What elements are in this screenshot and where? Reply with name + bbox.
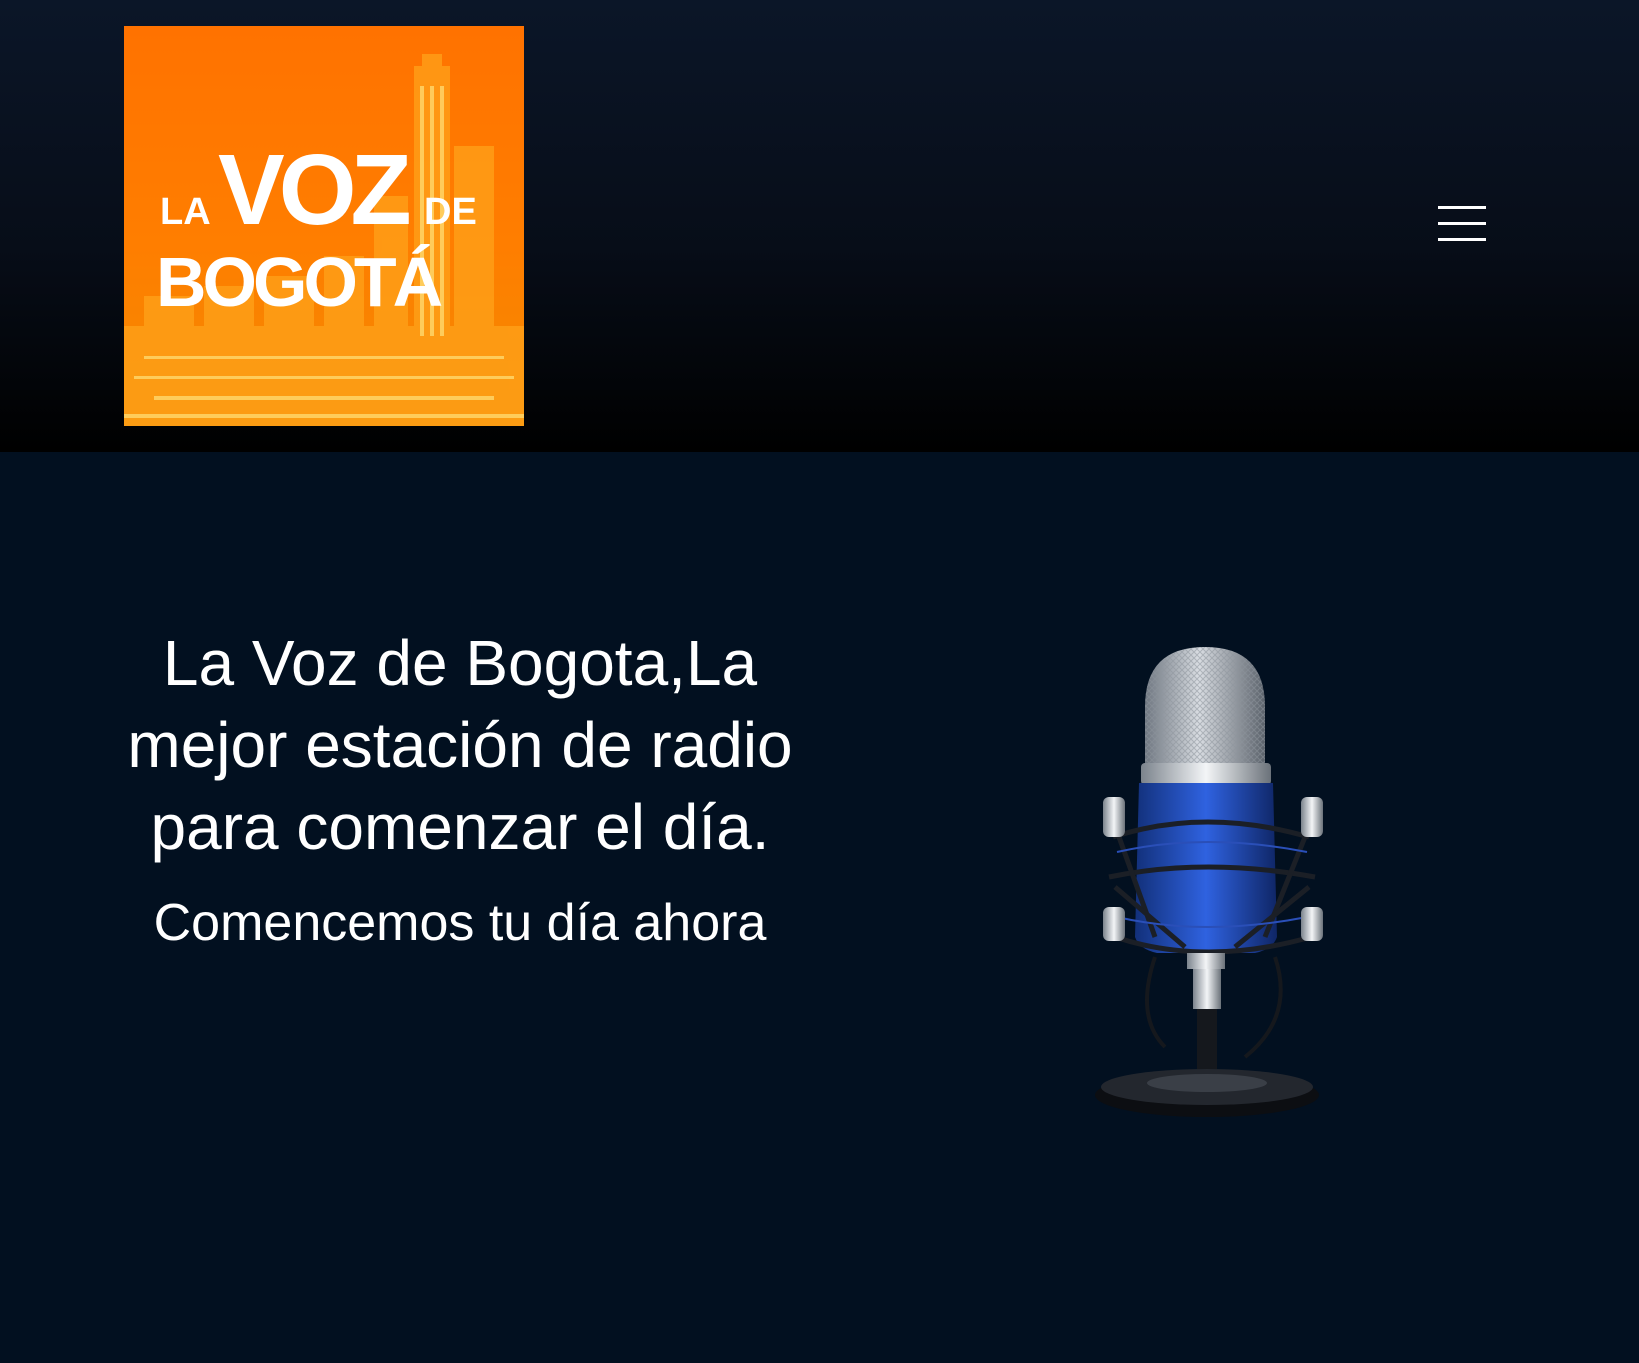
hero-subtitle: Comencemos tu día ahora (153, 894, 767, 952)
hero-section: La Voz de Bogota,La mejor estación de ra… (0, 452, 1639, 1363)
logo-text-la: LA (160, 191, 211, 233)
hamburger-menu-icon[interactable] (1430, 200, 1494, 250)
microphone-icon (1095, 647, 1323, 1117)
menu-bar-bottom (1438, 238, 1486, 241)
logo-text-de: DE (424, 191, 477, 233)
logo-text-voz: VOZ (218, 134, 409, 246)
menu-bar-middle (1438, 222, 1486, 225)
site-logo[interactable]: LA VOZ DE BOGOTÁ (124, 26, 524, 426)
logo-graphic: LA VOZ DE BOGOTÁ (124, 26, 524, 426)
microphone-image (1095, 637, 1355, 1122)
hero-title: La Voz de Bogota,La mejor estación de ra… (127, 627, 793, 863)
logo-text-bogota: BOGOTÁ (156, 243, 442, 321)
site-header: LA VOZ DE BOGOTÁ (0, 0, 1639, 452)
menu-bar-top (1438, 206, 1486, 209)
hero-text-block: La Voz de Bogota,La mejor estación de ra… (120, 622, 800, 958)
